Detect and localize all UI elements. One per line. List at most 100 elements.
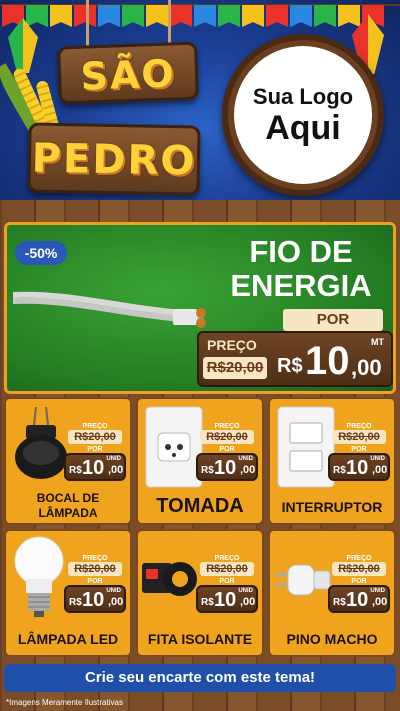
title-sign-top: SÃO	[57, 41, 199, 105]
outlet-icon	[145, 406, 203, 488]
product-card-tomada[interactable]: PREÇO R$20,00 POR R$ 10 ,00 UNID TOMADA	[136, 397, 264, 525]
featured-old-price: R$20,00	[203, 357, 267, 379]
new-price: 10	[214, 589, 237, 611]
product-name: PINO MACHO	[286, 631, 378, 647]
flag-icon	[98, 5, 120, 27]
new-price: 10	[346, 589, 369, 611]
unit: UNID	[106, 588, 121, 594]
light-bulb-icon	[14, 536, 64, 617]
featured-unit: MT	[371, 337, 384, 347]
product-card-bocal[interactable]: PREÇO R$20,00 POR R$ 10 ,00 UNID BOCAL D…	[4, 397, 132, 525]
product-card-pino-macho[interactable]: PREÇO R$20,00 POR R$ 10 ,00 UNID PINO MA…	[268, 529, 396, 657]
logo-circle: Sua Logo Aqui	[234, 46, 372, 184]
new-price-box: R$ 10 ,00 UNID	[64, 585, 126, 613]
unit: UNID	[106, 456, 121, 462]
new-price: 10	[346, 457, 369, 479]
product-card-fita-isolante[interactable]: PREÇO R$20,00 POR R$ 10 ,00 UNID FITA IS…	[136, 529, 264, 657]
preco-label: PREÇO	[214, 555, 240, 562]
header-title-line2: PEDRO	[31, 135, 197, 185]
preco-label: PREÇO	[214, 423, 240, 430]
currency: R$	[69, 597, 82, 608]
old-price: R$20,00	[68, 430, 122, 444]
price-tag: PREÇO R$20,00 POR R$ 10 ,00 UNID	[64, 555, 126, 613]
flag-icon	[290, 5, 312, 27]
logo-text-line2: Aqui	[265, 109, 341, 147]
new-price-box: R$ 10 ,00 UNID	[64, 453, 126, 481]
flag-icon	[242, 5, 264, 27]
featured-price-panel: PREÇO R$20,00 R$ 10 ,00 MT	[197, 331, 393, 387]
new-cents: ,00	[240, 464, 256, 476]
flag-icon	[194, 5, 216, 27]
flag-icon	[50, 5, 72, 27]
unit: UNID	[238, 588, 253, 594]
disclaimer-text: *Imagens Meramente Ilustrativas	[6, 698, 123, 707]
currency: R$	[201, 597, 214, 608]
new-price-box: R$ 10 ,00 UNID	[328, 453, 390, 481]
product-card-lampada-led[interactable]: PREÇO R$20,00 POR R$ 10 ,00 UNID LÂMPADA…	[4, 529, 132, 657]
new-price: 10	[82, 589, 105, 611]
flag-icon	[266, 5, 288, 27]
flag-icon	[218, 5, 240, 27]
featured-new-price: 10	[305, 339, 350, 383]
discount-badge: -50%	[15, 241, 67, 265]
flag-icon	[26, 5, 48, 27]
old-price: R$20,00	[332, 562, 386, 576]
unit: UNID	[238, 456, 253, 462]
create-flyer-button[interactable]: Crie seu encarte com este tema!	[4, 664, 396, 692]
flag-icon	[74, 5, 96, 27]
price-tag: PREÇO R$20,00 POR R$ 10 ,00 UNID	[328, 555, 390, 613]
flag-icon	[170, 5, 192, 27]
old-price: R$20,00	[68, 562, 122, 576]
rope	[86, 0, 89, 48]
featured-por-label: POR	[283, 309, 383, 331]
new-cents: ,00	[240, 596, 256, 608]
wire-image	[13, 291, 206, 328]
por-label: POR	[219, 446, 235, 453]
new-cents: ,00	[372, 464, 388, 476]
product-card-interruptor[interactable]: PREÇO R$20,00 POR R$ 10 ,00 UNID INTERRU…	[268, 397, 396, 525]
flag-icon	[314, 5, 336, 27]
flag-icon	[146, 5, 168, 27]
new-price: 10	[214, 457, 237, 479]
por-label: POR	[87, 446, 103, 453]
new-price-box: R$ 10 ,00 UNID	[196, 585, 258, 613]
unit: UNID	[370, 456, 385, 462]
socket-icon	[15, 407, 67, 479]
preco-label: PREÇO	[346, 423, 372, 430]
new-price-box: R$ 10 ,00 UNID	[196, 453, 258, 481]
por-label: POR	[219, 578, 235, 585]
old-price: R$20,00	[200, 562, 254, 576]
currency: R$	[69, 465, 82, 476]
price-tag: PREÇO R$20,00 POR R$ 10 ,00 UNID	[64, 423, 126, 481]
new-cents: ,00	[108, 596, 124, 608]
header-title-line1: SÃO	[79, 51, 177, 99]
new-price-box: R$ 10 ,00 UNID	[328, 585, 390, 613]
product-name: TOMADA	[156, 495, 244, 517]
title-sign-bottom: PEDRO	[27, 122, 201, 196]
featured-currency: R$	[277, 355, 303, 377]
featured-title: FIO DE ENERGIA	[213, 235, 389, 303]
currency: R$	[333, 597, 346, 608]
unit: UNID	[370, 588, 385, 594]
new-price: 10	[82, 457, 105, 479]
plug-icon	[276, 564, 331, 596]
featured-title-line1: FIO DE	[249, 234, 353, 269]
light-switch-icon	[277, 406, 335, 488]
featured-new-cents: ,00	[351, 355, 382, 380]
price-tag: PREÇO R$20,00 POR R$ 10 ,00 UNID	[196, 555, 258, 613]
product-name: INTERRUPTOR	[281, 499, 383, 515]
product-name: BOCAL DE LÂMPADA	[36, 491, 100, 520]
por-label: POR	[87, 578, 103, 585]
featured-product-card[interactable]: -50% FIO DE ENERGIA POR PREÇO R$20,00 R$…	[4, 222, 396, 394]
old-price: R$20,00	[200, 430, 254, 444]
price-tag: PREÇO R$20,00 POR R$ 10 ,00 UNID	[196, 423, 258, 481]
logo-placeholder[interactable]: Sua Logo Aqui	[222, 34, 384, 196]
por-label: POR	[351, 578, 367, 585]
currency: R$	[201, 465, 214, 476]
balloon-icon	[8, 18, 38, 73]
preco-label: PREÇO	[82, 555, 108, 562]
rope	[168, 0, 171, 48]
new-cents: ,00	[108, 464, 124, 476]
festa-header: SÃO PEDRO Sua Logo Aqui	[0, 0, 400, 215]
old-price: R$20,00	[332, 430, 386, 444]
